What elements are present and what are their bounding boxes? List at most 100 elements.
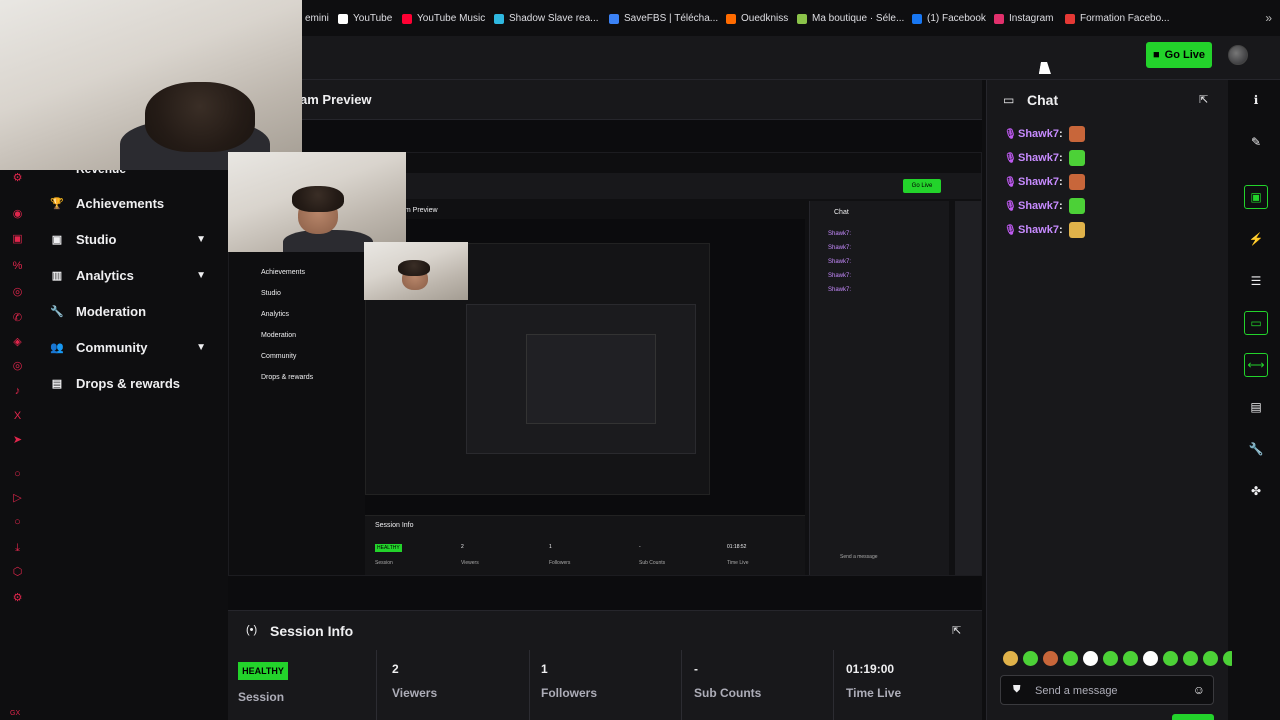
emote-bar bbox=[1003, 651, 1238, 666]
social-link-icon[interactable]: ◉ bbox=[11, 208, 24, 221]
wrench-icon[interactable]: 🔧 bbox=[1244, 437, 1268, 461]
trophy-icon: 🏆 bbox=[50, 197, 64, 210]
stat-label: Session bbox=[238, 690, 285, 704]
chat-popout-icon[interactable]: ⇱ bbox=[1199, 93, 1208, 106]
emote-icon[interactable] bbox=[1143, 651, 1158, 666]
nav-item-label: Achievements bbox=[76, 195, 165, 211]
social-link-icon[interactable]: ⚙ bbox=[11, 172, 24, 185]
bookmark-item[interactable]: YouTube Music bbox=[402, 13, 485, 24]
nav-item-label: Studio bbox=[76, 231, 117, 247]
nav-item[interactable]: 🏆 Achievements bbox=[50, 191, 220, 215]
emote-icon[interactable] bbox=[1123, 651, 1138, 666]
chat-send-button[interactable] bbox=[1172, 714, 1214, 720]
list-icon[interactable]: ☰ bbox=[1244, 269, 1268, 293]
chat-message: 🎙 Shawk7: bbox=[1004, 126, 1085, 142]
social-link-icon[interactable]: X bbox=[11, 410, 24, 423]
emoji-icon[interactable]: ☺ bbox=[1193, 683, 1205, 697]
webcam-person-2 bbox=[283, 230, 373, 252]
chat-message-input[interactable] bbox=[1035, 682, 1185, 700]
chevron-down-icon[interactable]: ▼ bbox=[196, 342, 206, 353]
layout-icon[interactable]: ▣ bbox=[1244, 185, 1268, 209]
social-link-icon[interactable]: ⬡ bbox=[11, 566, 24, 579]
avatar[interactable] bbox=[1228, 45, 1248, 65]
bookmark-item[interactable]: Formation Facebo... bbox=[1065, 13, 1169, 24]
bookmark-item[interactable]: YouTube bbox=[338, 13, 392, 24]
stat-value: 2 bbox=[392, 662, 399, 676]
nested-nav-item: Community bbox=[261, 353, 297, 360]
bookmark-label: Instagram bbox=[1009, 13, 1054, 24]
mouse-cursor bbox=[1038, 62, 1054, 74]
social-link-icon[interactable]: ⤓ bbox=[11, 542, 24, 555]
bookmark-favicon-icon bbox=[338, 13, 348, 24]
chat-username[interactable]: Shawk7 bbox=[1018, 152, 1059, 164]
nav-item[interactable]: ▥ Analytics ▼ bbox=[50, 263, 220, 287]
chat-username[interactable]: Shawk7 bbox=[1018, 176, 1059, 188]
chat-icon[interactable]: ▭ bbox=[1244, 311, 1268, 335]
bookmark-item[interactable]: Ouedkniss bbox=[726, 13, 788, 24]
nested-chat-message: Shawk7: bbox=[828, 273, 852, 279]
chat-username[interactable]: Shawk7 bbox=[1018, 128, 1059, 140]
emote-icon[interactable] bbox=[1063, 651, 1078, 666]
chevron-down-icon[interactable]: ▼ bbox=[196, 270, 206, 281]
drops-icon: ▤ bbox=[51, 377, 63, 390]
emote-icon[interactable] bbox=[1203, 651, 1218, 666]
social-link-icon[interactable]: ♪ bbox=[11, 385, 24, 398]
stat-value: 01:19:00 bbox=[846, 662, 895, 676]
emote-icon[interactable] bbox=[1043, 651, 1058, 666]
pencil-icon[interactable]: ✎ bbox=[1244, 130, 1268, 154]
lightning-icon[interactable]: ⚡ bbox=[1244, 227, 1268, 251]
more-bookmarks-icon[interactable]: » bbox=[1265, 11, 1272, 25]
nested-stat-value: HEALTHY bbox=[375, 544, 402, 552]
webcam-head bbox=[145, 82, 255, 152]
emote-icon[interactable] bbox=[1103, 651, 1118, 666]
chat-icon: ▭ bbox=[1003, 93, 1015, 107]
emote-icon[interactable] bbox=[1023, 651, 1038, 666]
nav-item[interactable]: ▣ Studio ▼ bbox=[50, 227, 220, 251]
bookmark-item[interactable]: (1) Facebook bbox=[912, 13, 986, 24]
stat-label: Sub Counts bbox=[694, 686, 762, 700]
chat-title: Chat bbox=[1027, 92, 1059, 108]
social-link-icon[interactable]: ◈ bbox=[11, 336, 24, 349]
extensions-icon[interactable]: ✤ bbox=[1244, 479, 1268, 503]
social-link-icon[interactable]: ○ bbox=[11, 516, 24, 529]
nested-right-rail bbox=[955, 201, 981, 575]
social-link-icon[interactable]: ○ bbox=[11, 468, 24, 481]
bookmark-item[interactable]: Shadow Slave rea... bbox=[494, 13, 599, 24]
bookmark-item[interactable]: Instagram bbox=[994, 13, 1053, 24]
webcam-head-3 bbox=[398, 260, 430, 276]
social-link-icon[interactable]: ➤ bbox=[11, 434, 24, 447]
emote-icon[interactable] bbox=[1183, 651, 1198, 666]
nav-item[interactable]: 🔧 Moderation bbox=[50, 299, 220, 323]
nav-item[interactable]: ▤ Drops & rewards bbox=[50, 371, 220, 395]
emote-icon[interactable] bbox=[1163, 651, 1178, 666]
social-link-icon[interactable]: ✆ bbox=[11, 312, 24, 325]
social-link-icon[interactable]: ▷ bbox=[11, 492, 24, 505]
social-link-icon[interactable]: ◎ bbox=[11, 360, 24, 373]
broadcast-icon[interactable]: ⟷ bbox=[1244, 353, 1268, 377]
bookmark-label: Ouedkniss bbox=[741, 13, 789, 24]
stat-label: Followers bbox=[541, 686, 598, 700]
mic-icon: 🎙 bbox=[1004, 200, 1017, 212]
emote-icon[interactable] bbox=[1083, 651, 1098, 666]
broadcast-icon: (•) bbox=[246, 624, 258, 636]
nested-preview-title: am Preview bbox=[401, 207, 438, 214]
social-link-icon[interactable]: ▣ bbox=[11, 233, 24, 246]
chat-input-box[interactable]: ⛊ ☺ bbox=[1000, 675, 1214, 705]
bookmark-item[interactable]: SaveFBS | Télécha... bbox=[609, 13, 718, 24]
chat-username[interactable]: Shawk7 bbox=[1018, 200, 1059, 212]
social-link-icon[interactable]: % bbox=[11, 260, 24, 273]
social-link-icon[interactable]: ◎ bbox=[11, 286, 24, 299]
nav-item[interactable]: 👥 Community ▼ bbox=[50, 335, 220, 359]
info-icon[interactable]: ℹ bbox=[1244, 88, 1268, 112]
server-icon[interactable]: ▤ bbox=[1244, 395, 1268, 419]
gx-corner-icon: GX bbox=[10, 710, 21, 717]
emote-icon[interactable] bbox=[1003, 651, 1018, 666]
bookmark-item[interactable]: Ma boutique · Séle... bbox=[797, 13, 904, 24]
chat-username[interactable]: Shawk7 bbox=[1018, 224, 1059, 236]
stat-divider bbox=[529, 650, 530, 720]
social-link-icon[interactable]: ⚙ bbox=[11, 592, 24, 605]
chevron-down-icon[interactable]: ▼ bbox=[196, 234, 206, 245]
go-live-button[interactable]: ■ Go Live bbox=[1146, 42, 1212, 68]
bookmark-favicon-icon bbox=[494, 13, 504, 24]
popout-icon[interactable]: ⇱ bbox=[952, 624, 961, 637]
